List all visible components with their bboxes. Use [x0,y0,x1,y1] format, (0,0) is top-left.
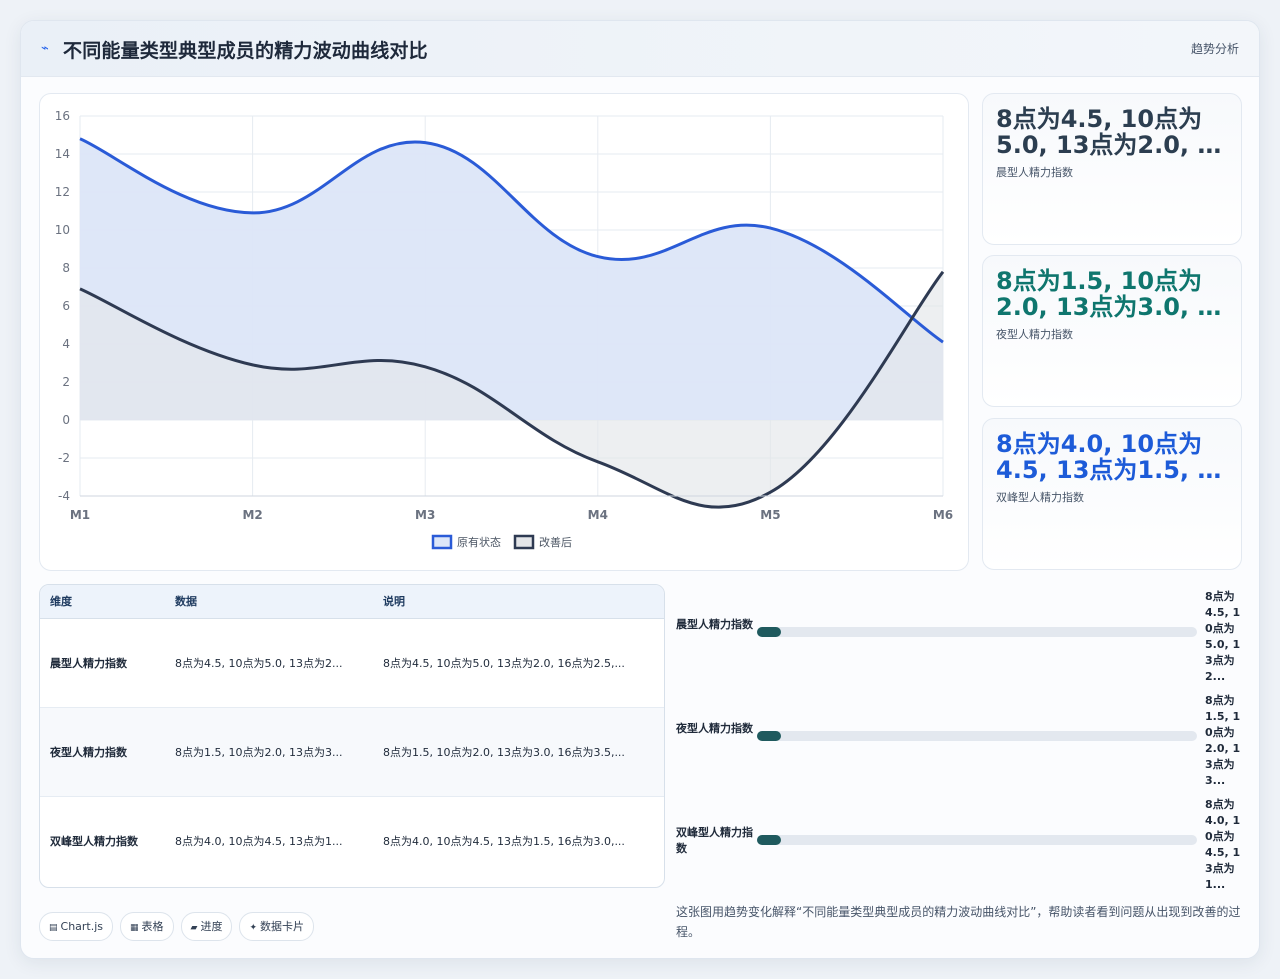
stat-value: 8点为4.5, 10点为5.0, 13点为2.0, 16点为2.5, 19点为3… [996,106,1231,158]
stat-label: 晨型人精力指数 [996,166,1073,179]
stat-label: 夜型人精力指数 [996,328,1073,341]
table-cell: 双峰型人精力指数 [40,795,165,885]
tag-label: 数据卡片 [260,920,305,933]
table-cell: 夜型人精力指数 [40,706,165,796]
progress-icon: ▰ [190,923,198,933]
table-row[interactable]: 双峰型人精力指数 8点为4.0, 10点为4.5, 13点为1... 8点为4.… [40,795,664,885]
pulse-icon: ⌁ [41,41,49,56]
column-header[interactable]: 说明 [373,585,664,619]
stat-card-night: 8点为1.5, 10点为2.0, 13点为3.0, 16点为3.5, 19点为4… [982,255,1242,407]
stat-card-bimodal: 8点为4.0, 10点为4.5, 13点为1.5, 16点为3.0, 19点为4… [982,418,1242,570]
progress-label: 夜型人精力指数 [676,722,753,735]
page-title: 不同能量类型典型成员的精力波动曲线对比 [63,40,428,62]
table-header-row: 维度 数据 说明 [40,585,664,619]
table-icon: ▦ [130,923,139,933]
progress-value: 8点为4.5, 10点为5.0, 13点为2... [1205,590,1241,683]
y-tick-label: 6 [62,299,70,313]
stat-label: 双峰型人精力指数 [996,491,1084,504]
y-tick-label: 16 [55,109,70,123]
progress-track [757,627,1197,637]
table-row[interactable]: 晨型人精力指数 8点为4.5, 10点为5.0, 13点为2... 8点为4.5… [40,618,664,707]
sparkle-icon: ✦ [249,923,258,933]
legend-label-0: 原有状态 [457,535,501,549]
progress-label: 晨型人精力指数 [676,618,753,631]
tag-chartjs[interactable]: ▤ Chart.js [39,912,114,941]
legend-swatch-1 [513,534,535,550]
y-tick-label: 4 [62,337,70,351]
x-tick-label: M6 [933,508,953,522]
progress-fill [757,627,782,637]
legend-swatch-0 [431,534,453,550]
column-header[interactable]: 数据 [165,585,373,619]
y-tick-label: -2 [58,451,70,465]
y-tick-label: -4 [58,489,70,503]
chart-description: 这张图用趋势变化解释“不同能量类型典型成员的精力波动曲线对比”，帮助读者看到问题… [676,905,1241,939]
table-cell: 8点为1.5, 10点为2.0, 13点为3... [165,706,373,796]
x-tick-label: M4 [588,508,608,522]
progress-track [757,835,1197,845]
table-cell: 8点为4.0, 10点为4.5, 13点为1.5, 16点为3.0,... [373,795,664,885]
progress-fill [757,731,782,741]
progress-label: 双峰型人精力指数 [676,826,753,855]
chart-card: -4 -2 0 2 4 6 8 10 12 14 16 M1 M2 M3 M4 M5 M6 原有状态 改善后 [39,93,969,571]
chart-icon: ▤ [49,923,58,933]
table-row[interactable]: 夜型人精力指数 8点为1.5, 10点为2.0, 13点为3... 8点为1.5… [40,706,664,796]
progress-value: 8点为1.5, 10点为2.0, 13点为3... [1205,694,1241,787]
progress-value: 8点为4.0, 10点为4.5, 13点为1... [1205,798,1241,891]
stat-card-morning: 8点为4.5, 10点为5.0, 13点为2.0, 16点为2.5, 19点为3… [982,93,1242,245]
tag-data-card[interactable]: ✦ 数据卡片 [239,912,315,941]
x-tick-label: M1 [70,508,90,522]
x-tick-label: M5 [760,508,780,522]
y-tick-label: 2 [62,375,70,389]
table-cell: 8点为1.5, 10点为2.0, 13点为3.0, 16点为3.5,... [373,706,664,796]
y-tick-label: 8 [62,261,70,275]
tag-list: ▤ Chart.js ▦ 表格 ▰ 进度 ✦ 数据卡片 [39,912,321,941]
x-tick-label: M2 [242,508,262,522]
tag-label: 表格 [141,920,164,933]
table-cell: 8点为4.0, 10点为4.5, 13点为1... [165,795,373,885]
y-tick-label: 12 [55,185,70,199]
x-tick-label: M3 [415,508,435,522]
column-header[interactable]: 维度 [40,585,165,619]
area-chart: -4 -2 0 2 4 6 8 10 12 14 16 M1 M2 M3 M4 M5 M6 原有状态 改善后 [55,109,953,550]
y-tick-label: 10 [55,223,70,237]
trend-analysis-link[interactable]: 趋势分析 [1191,40,1239,57]
tag-label: 进度 [200,920,223,933]
data-table: 维度 数据 说明 晨型人精力指数 8点为4.5, 10点为5.0, 13点为2.… [40,585,664,885]
dashboard-frame: ⌁ 不同能量类型典型成员的精力波动曲线对比 趋势分析 -4 -2 0 2 4 6 8 10 12… [20,20,1260,959]
tag-label: Chart.js [60,920,104,933]
stat-value: 8点为4.0, 10点为4.5, 13点为1.5, 16点为3.0, 19点为4… [996,431,1231,483]
stat-value: 8点为1.5, 10点为2.0, 13点为3.0, 16点为3.5, 19点为4… [996,268,1231,320]
tag-table[interactable]: ▦ 表格 [120,912,174,941]
tag-progress[interactable]: ▰ 进度 [180,912,233,941]
legend-label-1: 改善后 [539,535,572,549]
progress-fill [757,835,782,845]
header-bar: ⌁ 不同能量类型典型成员的精力波动曲线对比 趋势分析 [21,21,1259,77]
table-cell: 晨型人精力指数 [50,656,127,670]
y-tick-label: 14 [55,147,70,161]
y-tick-label: 0 [62,413,70,427]
progress-track [757,731,1197,741]
table-cell: 8点为4.5, 10点为5.0, 13点为2.0, 16点为2.5,... [383,656,625,670]
table-cell: 8点为4.5, 10点为5.0, 13点为2... [175,656,343,670]
data-table-card: 维度 数据 说明 晨型人精力指数 8点为4.5, 10点为5.0, 13点为2.… [39,584,665,888]
